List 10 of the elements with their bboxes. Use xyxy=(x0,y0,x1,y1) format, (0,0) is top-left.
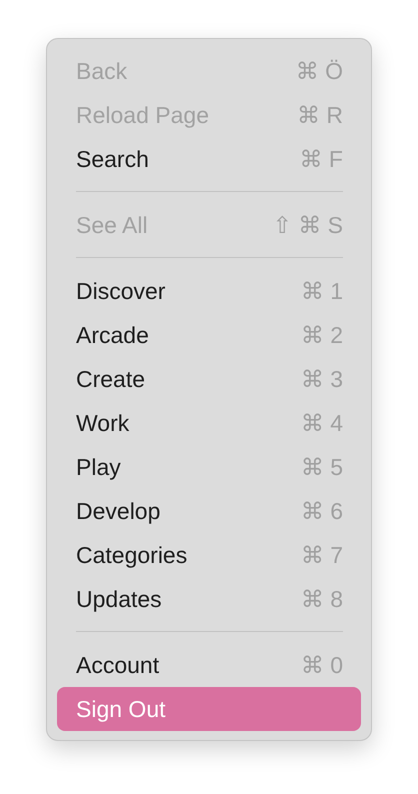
menu-item[interactable]: Updates ⌘ 8 xyxy=(57,577,361,621)
menu-item[interactable]: Play ⌘ 5 xyxy=(57,445,361,489)
menu-item[interactable]: Search ⌘ F xyxy=(57,137,361,181)
menu-item[interactable]: Discover ⌘ 1 xyxy=(57,269,361,313)
menu-item[interactable]: Categories ⌘ 7 xyxy=(57,533,361,577)
menu-item[interactable]: Create ⌘ 3 xyxy=(57,357,361,401)
menu-item[interactable]: Account ⌘ 0 xyxy=(57,643,361,687)
menu-item[interactable]: Work ⌘ 4 xyxy=(57,401,361,445)
menu-item[interactable]: Develop ⌘ 6 xyxy=(57,489,361,533)
menu-item[interactable]: Arcade ⌘ 2 xyxy=(57,313,361,357)
